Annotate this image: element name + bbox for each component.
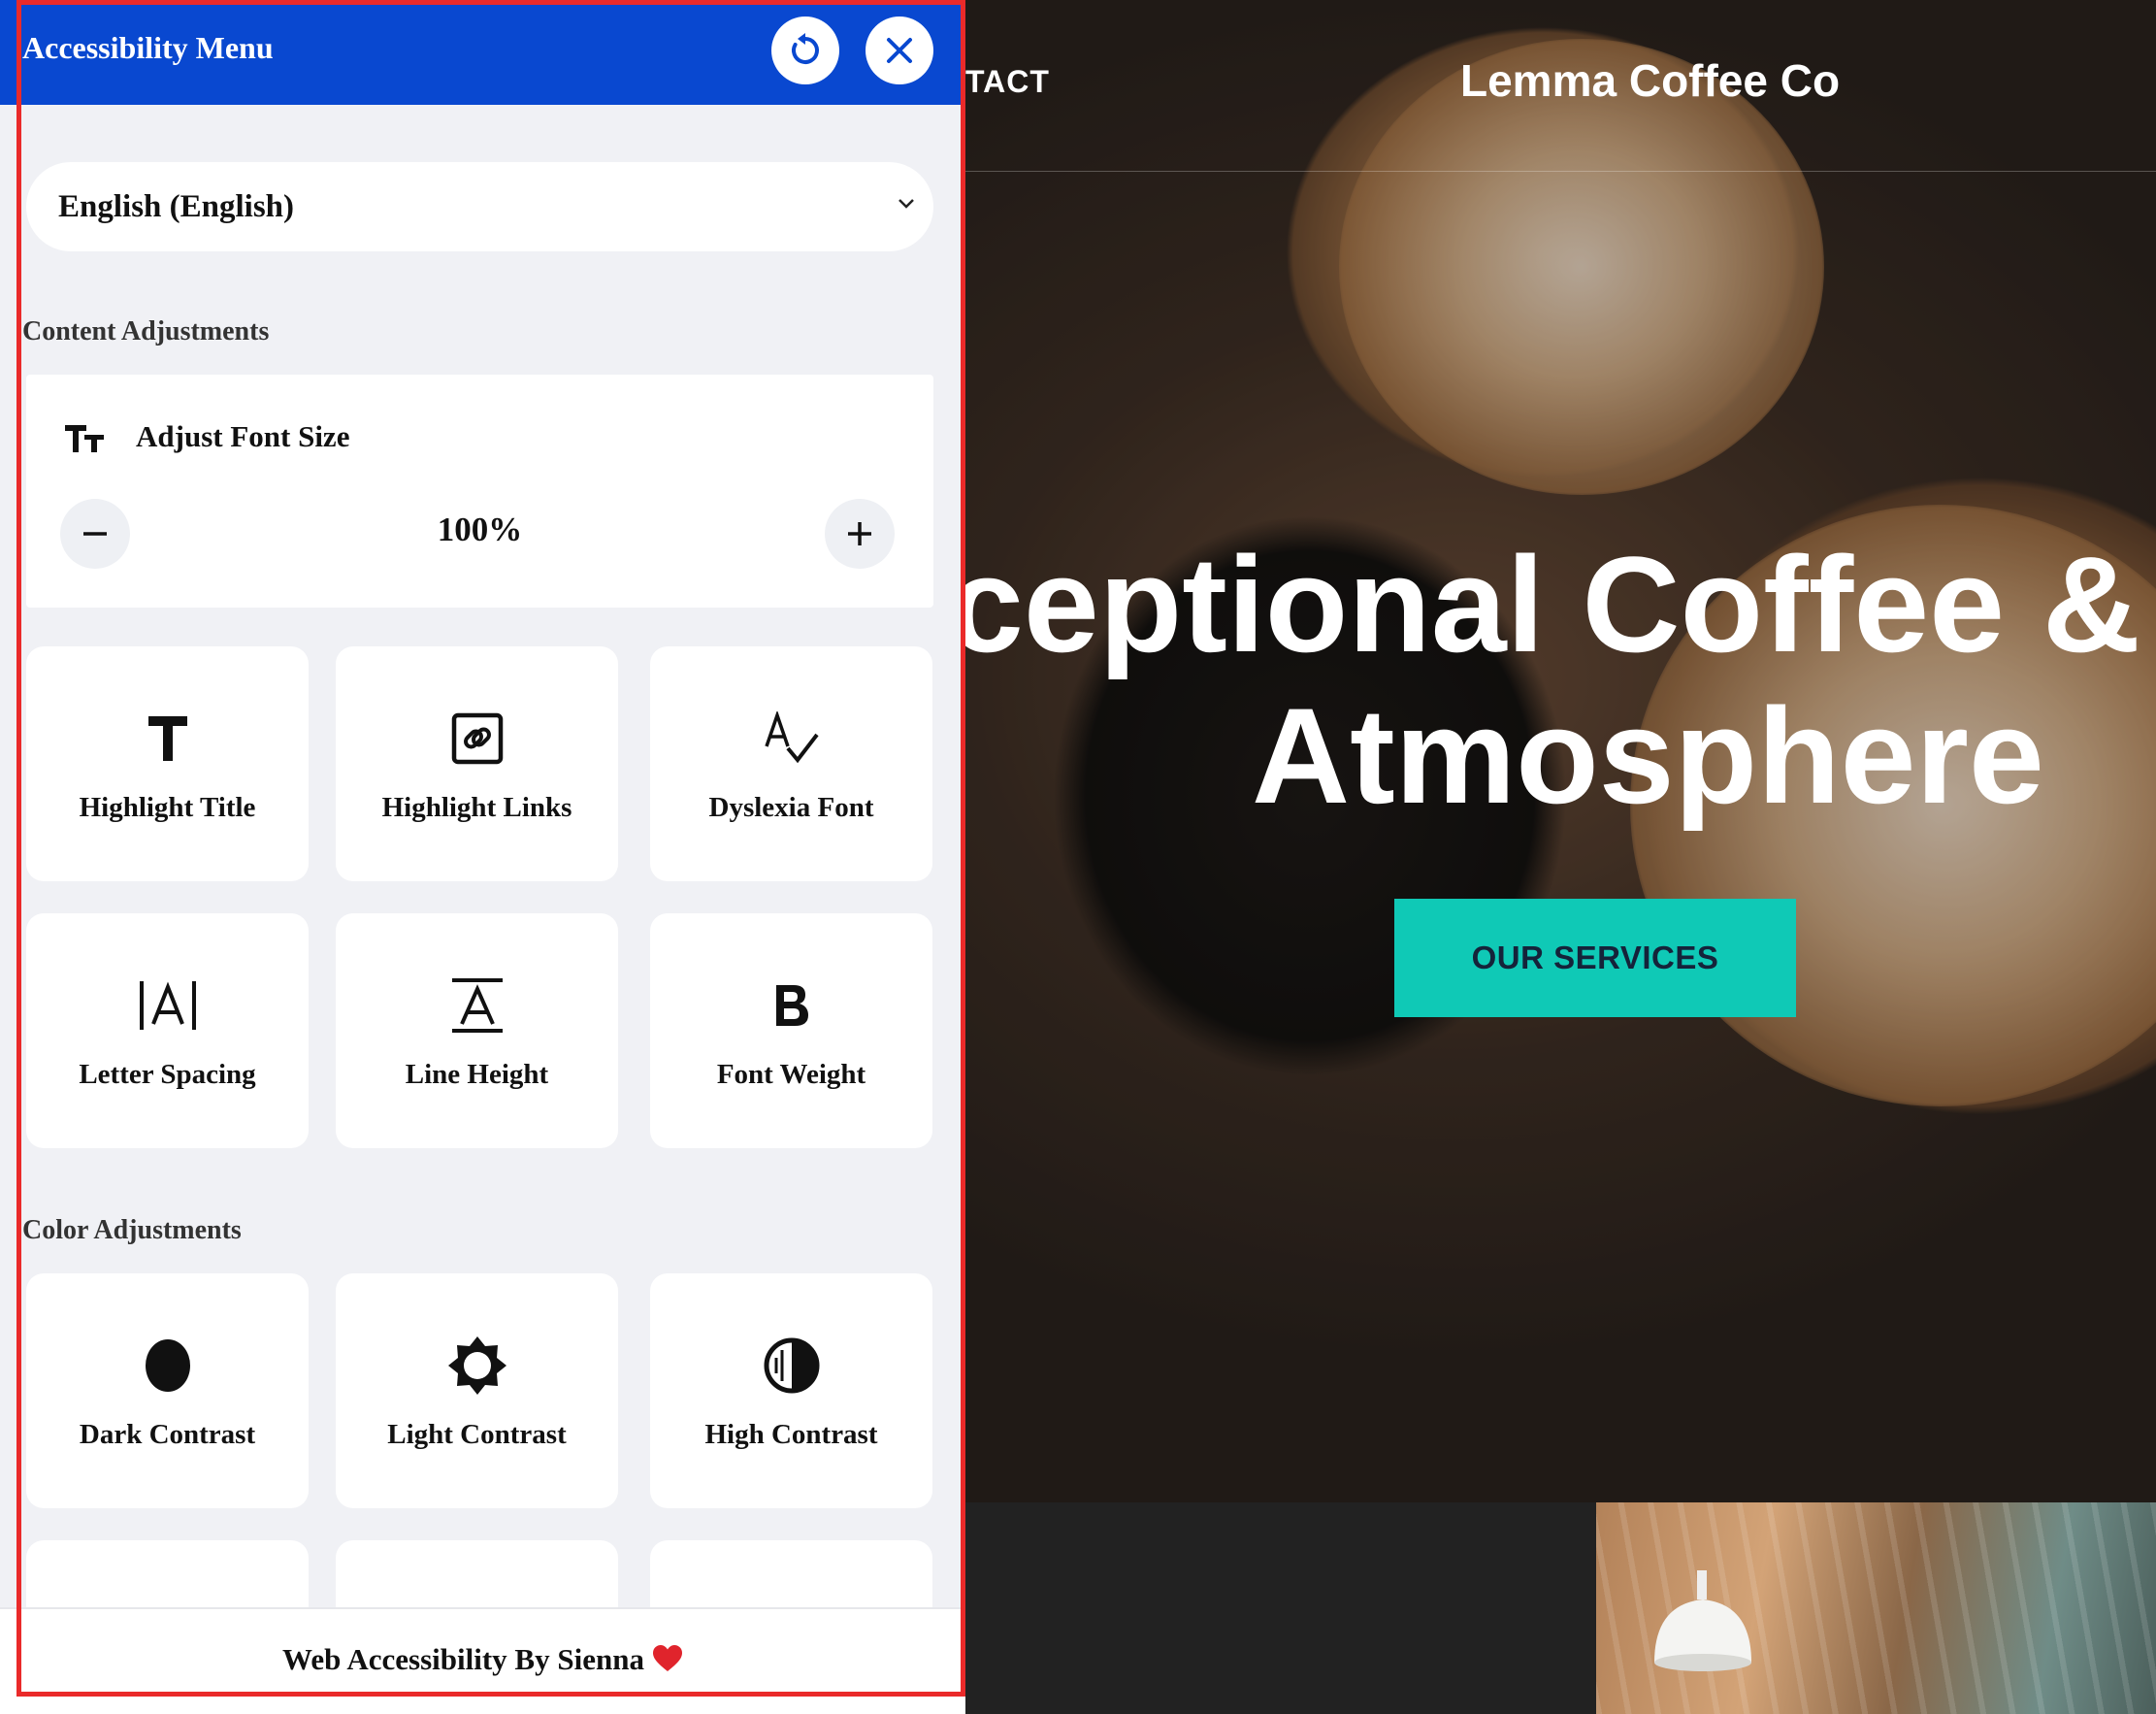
increase-font-size-button[interactable] xyxy=(825,499,895,569)
tile-label: Dyslexia Font xyxy=(708,792,874,823)
plus-icon xyxy=(848,522,871,545)
hero-heading-line-2: Atmosphere xyxy=(1252,679,2044,832)
hero-heading: ceptional Coffee & Inv Atmosphere xyxy=(965,529,2156,832)
hero-heading-line-1: ceptional Coffee & Inv xyxy=(965,529,2156,680)
pendant-lamp-icon xyxy=(1654,1570,1751,1671)
chevron-down-icon xyxy=(898,199,914,209)
close-icon xyxy=(887,38,912,63)
tile-label: Light Contrast xyxy=(387,1419,567,1450)
line-height-icon xyxy=(451,978,503,1033)
close-button[interactable] xyxy=(866,16,933,84)
panel-footer: Web Accessibility By Sienna xyxy=(0,1607,965,1714)
section-label-color: Color Adjustments xyxy=(22,1215,242,1245)
bold-b-icon xyxy=(775,985,808,1026)
link-icon xyxy=(451,712,503,765)
light-contrast-icon xyxy=(447,1336,506,1395)
cafe-interior-image xyxy=(1596,1502,2156,1714)
footer-credit[interactable]: Web Accessibility By Sienna xyxy=(0,1642,965,1677)
tile-dyslexia-font[interactable]: Dyslexia Font xyxy=(650,646,932,881)
tile-label: Line Height xyxy=(405,1059,549,1090)
language-selected-value: English (English) xyxy=(58,188,295,224)
tile-letter-spacing[interactable]: Letter Spacing xyxy=(26,913,309,1148)
tile-label: Letter Spacing xyxy=(79,1059,256,1090)
font-size-control: Adjust Font Size 100% xyxy=(26,375,933,608)
title-t-icon xyxy=(147,716,187,761)
our-services-button[interactable]: OUR SERVICES xyxy=(1394,899,1796,1017)
tile-label: Highlight Title xyxy=(79,792,256,823)
tile-label: Dark Contrast xyxy=(79,1419,256,1450)
accessibility-panel: Accessibility Menu English (English) Con… xyxy=(0,0,965,1714)
font-size-value: 100% xyxy=(437,511,523,548)
panel-title: Accessibility Menu xyxy=(22,30,274,65)
reset-icon xyxy=(792,33,819,64)
tile-highlight-title[interactable]: Highlight Title xyxy=(26,646,309,881)
tile-label: Highlight Links xyxy=(381,792,572,823)
high-contrast-icon xyxy=(764,1337,819,1394)
dark-contrast-icon xyxy=(145,1339,190,1392)
tile-font-weight[interactable]: Font Weight xyxy=(650,913,932,1148)
font-size-icon xyxy=(65,425,104,452)
panel-header: Accessibility Menu xyxy=(0,0,965,105)
letter-spacing-icon xyxy=(139,981,196,1030)
font-size-label: Adjust Font Size xyxy=(136,419,350,453)
tile-highlight-links[interactable]: Highlight Links xyxy=(336,646,618,881)
section-label-content: Content Adjustments xyxy=(22,316,270,346)
tile-dark-contrast[interactable]: Dark Contrast xyxy=(26,1273,309,1508)
tile-label: High Contrast xyxy=(704,1419,878,1450)
heart-icon xyxy=(652,1645,682,1671)
dyslexia-font-icon xyxy=(764,711,819,764)
tile-high-contrast[interactable]: High Contrast xyxy=(650,1273,932,1508)
site-brand[interactable]: Lemma Coffee Co xyxy=(1460,54,1840,107)
reset-button[interactable] xyxy=(771,16,839,84)
language-select[interactable]: English (English) xyxy=(26,162,933,251)
footer-credit-text: Web Accessibility By Sienna xyxy=(282,1642,644,1676)
tile-line-height[interactable]: Line Height xyxy=(336,913,618,1148)
tile-label: Font Weight xyxy=(716,1059,866,1090)
tile-light-contrast[interactable]: Light Contrast xyxy=(336,1273,618,1508)
lower-section-dark xyxy=(965,1502,1596,1714)
nav-link-contact[interactable]: TACT xyxy=(965,64,1050,100)
